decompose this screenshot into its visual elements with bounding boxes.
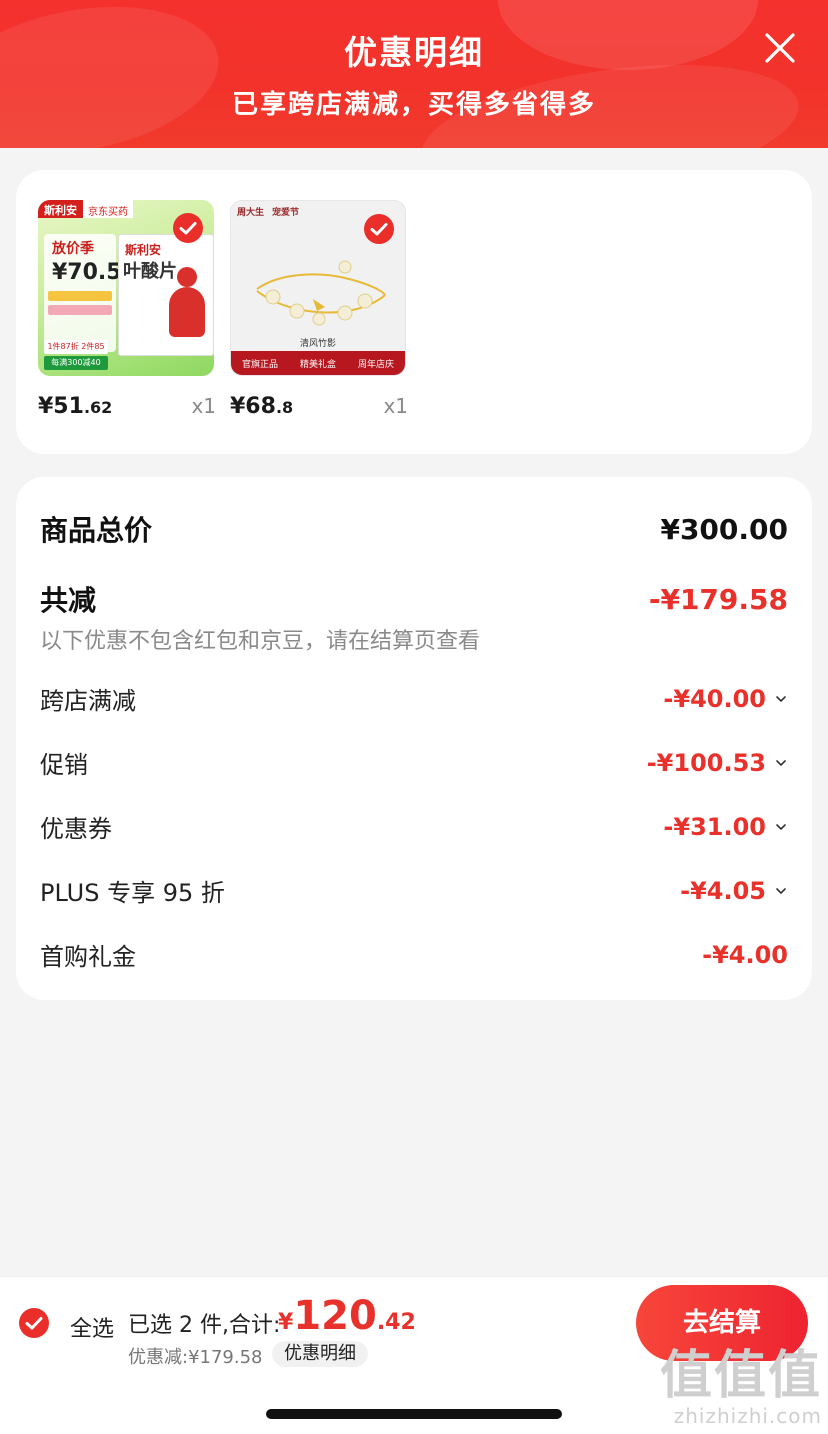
brand-label: 周大生 宠爱节 bbox=[237, 205, 299, 218]
product-feature-bar: 官旗正品 精美礼盒 周年店庆 bbox=[231, 351, 405, 375]
header: 优惠明细 已享跨店满减，买得多省得多 bbox=[0, 0, 828, 148]
discount-item-cross-store[interactable]: 跨店满减 -¥40.00 bbox=[40, 681, 788, 716]
promo-panel: 放价季 ¥70.5 bbox=[44, 234, 122, 352]
products-card: 斯利安 京东买药 放价季 ¥70.5 斯利安 叶酸片 1件87折 2件85折 每… bbox=[16, 170, 812, 454]
discount-amount: -¥31.00 bbox=[663, 812, 766, 841]
product-box-image: 斯利安 叶酸片 bbox=[118, 234, 214, 356]
home-indicator bbox=[266, 1409, 562, 1419]
discount-item-promotion[interactable]: 促销 -¥100.53 bbox=[40, 745, 788, 780]
total-reduction-value: -¥179.58 bbox=[648, 582, 788, 616]
total-price-row: 商品总价 ¥300.00 bbox=[40, 509, 788, 549]
select-all-checkbox[interactable] bbox=[18, 1307, 50, 1339]
feature-label: 精美礼盒 bbox=[299, 359, 336, 370]
promo-strip-text: 1件87折 2件85折 bbox=[44, 340, 108, 365]
price-integer: ¥68 bbox=[230, 394, 276, 419]
discount-item-coupon[interactable]: 优惠券 -¥31.00 bbox=[40, 809, 788, 844]
discount-amount: -¥4.05 bbox=[680, 876, 766, 905]
page-subtitle: 已享跨店满减，买得多省得多 bbox=[231, 90, 596, 120]
discount-amount: -¥40.00 bbox=[663, 684, 766, 713]
feature-label: 周年店庆 bbox=[357, 359, 394, 370]
brand-name: 周大生 bbox=[237, 208, 265, 218]
product-caption: 清风竹影 bbox=[299, 339, 336, 349]
price-row: ¥68.8 x1 bbox=[230, 394, 408, 419]
discount-item-value: -¥31.00 bbox=[663, 813, 788, 841]
total-reduction-row: 共减 -¥179.58 bbox=[40, 579, 788, 619]
product-price: ¥68.8 bbox=[230, 394, 293, 419]
check-icon[interactable] bbox=[363, 213, 395, 245]
promo-price: ¥70.5 bbox=[52, 260, 122, 285]
promo-title: 放价季 bbox=[52, 241, 94, 257]
total-integer: 120 bbox=[293, 1293, 377, 1339]
chevron-down-icon[interactable] bbox=[774, 886, 788, 896]
discount-item-label: 跨店满减 bbox=[40, 687, 136, 715]
discount-note: 以下优惠不包含红包和京豆，请在结算页查看 bbox=[40, 629, 481, 654]
watermark-logo: 值值值 bbox=[659, 1346, 822, 1406]
promo-strip bbox=[48, 305, 112, 315]
discount-amount: -¥100.53 bbox=[646, 748, 766, 777]
product-quantity: x1 bbox=[383, 394, 408, 418]
close-icon[interactable] bbox=[762, 30, 798, 66]
discount-detail-button[interactable]: 优惠明细 bbox=[272, 1341, 368, 1367]
grand-total: ¥120.42 bbox=[278, 1293, 416, 1339]
price-row: ¥51.62 x1 bbox=[38, 394, 216, 419]
brand-label: 斯利安 bbox=[38, 200, 83, 218]
discount-summary-card: 商品总价 ¥300.00 共减 -¥179.58 以下优惠不包含红包和京豆，请在… bbox=[16, 477, 812, 1000]
check-icon[interactable] bbox=[172, 212, 204, 244]
discount-item-value: -¥100.53 bbox=[647, 749, 788, 777]
price-decimal: .8 bbox=[275, 398, 294, 417]
discount-item-label: 首购礼金 bbox=[40, 943, 136, 971]
event-tag: 宠爱节 bbox=[272, 208, 300, 218]
discount-item-first-purchase: 首购礼金 -¥4.00 bbox=[40, 937, 788, 972]
product-item[interactable]: 周大生 宠爱节 清风竹影 官旗正品 精美礼盒 周年店庆 ¥68.8 x1 bbox=[230, 200, 408, 419]
checkout-bar: 全选 已选 2 件,合计: ¥120.42 优惠减:¥179.58 优惠明细 去… bbox=[0, 1276, 828, 1434]
chevron-down-icon[interactable] bbox=[774, 758, 788, 768]
discount-item-label: 促销 bbox=[40, 751, 88, 779]
discount-item-label: PLUS 专享 95 折 bbox=[40, 879, 225, 907]
chevron-down-icon[interactable] bbox=[774, 694, 788, 704]
box-brand: 斯利安 bbox=[125, 243, 162, 257]
promo-strip-text: 每满300减40 bbox=[44, 356, 108, 370]
total-price-label: 商品总价 bbox=[40, 514, 153, 547]
product-thumbnail[interactable]: 周大生 宠爱节 清风竹影 官旗正品 精美礼盒 周年店庆 bbox=[230, 200, 406, 376]
watermark-url: zhizhizhi.com bbox=[673, 1404, 822, 1428]
discount-item-value: -¥40.00 bbox=[663, 685, 788, 713]
product-thumbnail[interactable]: 斯利安 京东买药 放价季 ¥70.5 斯利安 叶酸片 1件87折 2件85折 每… bbox=[38, 200, 214, 376]
page-title: 优惠明细 bbox=[344, 33, 484, 72]
discount-item-value: -¥4.00 bbox=[702, 940, 788, 969]
currency-symbol: ¥ bbox=[278, 1310, 294, 1335]
total-decimal: .42 bbox=[376, 1310, 416, 1335]
store-label: 京东买药 bbox=[83, 200, 133, 218]
product-item[interactable]: 斯利安 京东买药 放价季 ¥70.5 斯利安 叶酸片 1件87折 2件85折 每… bbox=[38, 200, 216, 419]
price-decimal: .62 bbox=[83, 398, 113, 417]
illustration bbox=[169, 287, 205, 337]
box-name: 叶酸片 bbox=[123, 261, 177, 282]
product-price: ¥51.62 bbox=[38, 394, 112, 419]
discount-amount-text: 优惠减:¥179.58 bbox=[128, 1347, 263, 1368]
watermark: 值值值 zhizhizhi.com bbox=[660, 1348, 822, 1428]
discount-item-plus[interactable]: PLUS 专享 95 折 -¥4.05 bbox=[40, 873, 788, 908]
price-integer: ¥51 bbox=[38, 394, 84, 419]
total-price-value: ¥300.00 bbox=[660, 512, 788, 546]
feature-label: 官旗正品 bbox=[241, 359, 278, 370]
chevron-down-icon[interactable] bbox=[774, 822, 788, 832]
bracelet-image bbox=[256, 260, 386, 326]
total-reduction-label: 共减 bbox=[40, 584, 97, 617]
header-decoration bbox=[0, 0, 231, 148]
promo-strip bbox=[48, 291, 112, 301]
product-quantity: x1 bbox=[191, 394, 216, 418]
select-all-label[interactable]: 全选 bbox=[70, 1311, 114, 1343]
selected-count-text: 已选 2 件,合计: bbox=[128, 1313, 281, 1338]
discount-item-value: -¥4.05 bbox=[680, 877, 788, 905]
discount-item-label: 优惠券 bbox=[40, 815, 112, 843]
illustration bbox=[177, 267, 197, 287]
